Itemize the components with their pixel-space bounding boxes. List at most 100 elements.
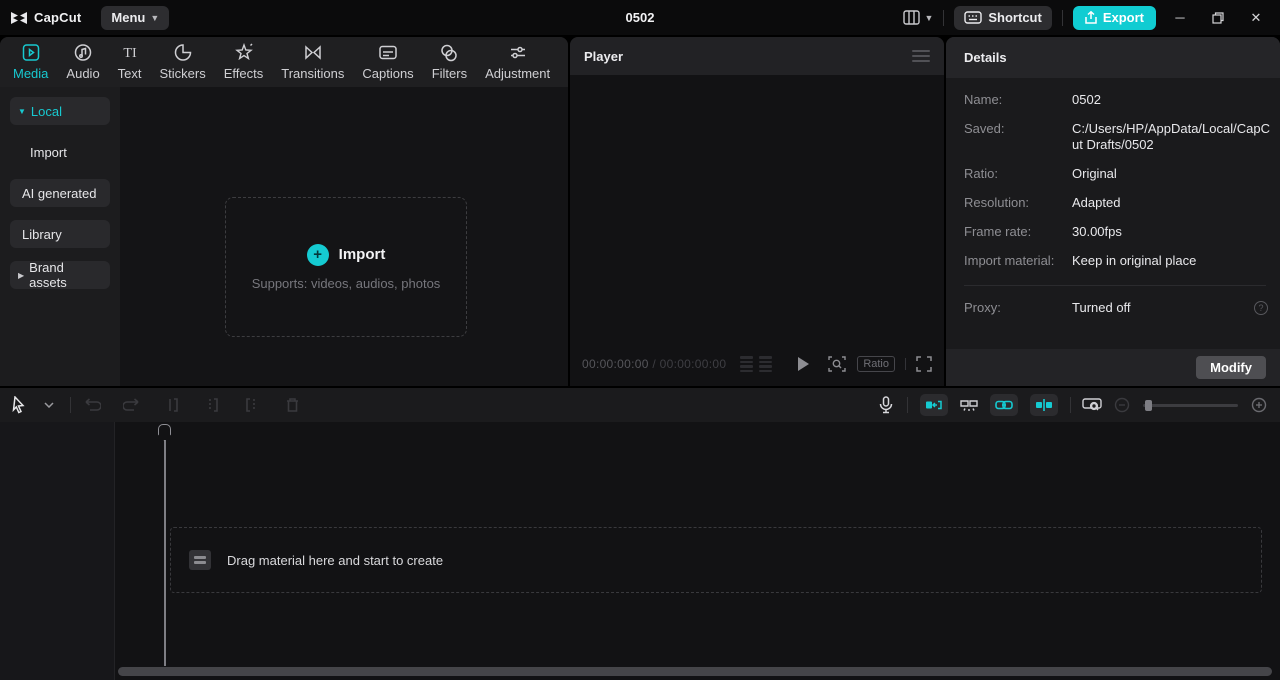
media-icon xyxy=(20,43,42,63)
playhead-handle[interactable] xyxy=(158,424,171,441)
auto-splice-toggle[interactable] xyxy=(954,391,984,419)
select-tool-button[interactable] xyxy=(4,391,34,419)
sidebar-item-local[interactable]: ▼ Local xyxy=(10,97,110,125)
player-title: Player xyxy=(584,49,623,64)
captions-icon xyxy=(377,43,399,63)
export-button[interactable]: Export xyxy=(1073,6,1156,30)
divider xyxy=(907,397,908,413)
horizontal-scrollbar[interactable] xyxy=(118,667,1272,676)
triangle-right-icon: ▶ xyxy=(18,271,24,280)
tab-label: Media xyxy=(13,66,48,81)
divider xyxy=(964,285,1266,286)
record-voiceover-button[interactable] xyxy=(871,391,901,419)
sidebar-item-library[interactable]: Library xyxy=(10,220,110,248)
track-header-column xyxy=(0,422,115,680)
undo-button[interactable] xyxy=(77,391,107,419)
titlebar: CapCut Menu ▼ 0502 ▼ Shortcut xyxy=(0,0,1280,35)
audio-icon xyxy=(72,43,94,63)
details-footer: Modify xyxy=(946,349,1280,386)
tab-media[interactable]: Media xyxy=(4,37,57,87)
tab-adjustment[interactable]: Adjustment xyxy=(476,37,559,87)
microphone-icon xyxy=(879,396,893,414)
detail-label: Name: xyxy=(964,92,1072,108)
player-controls: 00:00:00:00 / 00:00:00:00 Ratio xyxy=(570,350,944,378)
select-tool-dropdown[interactable] xyxy=(34,391,64,419)
preview-quality-icon[interactable] xyxy=(827,355,847,373)
sidebar-item-label: Import xyxy=(30,145,67,160)
timeline-zoom-in-button[interactable] xyxy=(1244,391,1274,419)
detail-value: Turned off xyxy=(1072,300,1266,316)
timeline-zoom-out-button[interactable] xyxy=(1107,391,1137,419)
split-button[interactable] xyxy=(157,391,187,419)
magnetic-snap-toggle[interactable] xyxy=(920,394,948,416)
detail-label: Resolution: xyxy=(964,195,1072,211)
tab-transitions[interactable]: Transitions xyxy=(272,37,353,87)
minimize-button[interactable]: ─ xyxy=(1166,5,1194,31)
detail-row-framerate: Frame rate: 30.00fps xyxy=(964,224,1266,240)
play-button[interactable] xyxy=(798,357,809,371)
divider xyxy=(905,358,906,370)
import-dropzone[interactable]: + Import Supports: videos, audios, photo… xyxy=(225,197,467,337)
link-toggle[interactable] xyxy=(990,394,1018,416)
slider-handle[interactable] xyxy=(1145,400,1152,411)
menu-button[interactable]: Menu ▼ xyxy=(101,6,169,30)
plus-icon: + xyxy=(307,244,329,266)
player-menu-icon[interactable] xyxy=(912,50,930,62)
restore-icon xyxy=(1212,12,1224,24)
link-icon xyxy=(995,400,1013,410)
tab-effects[interactable]: Effects xyxy=(215,37,273,87)
help-icon[interactable]: ? xyxy=(1254,301,1268,315)
timeline[interactable]: Drag material here and start to create xyxy=(0,422,1280,680)
triangle-down-icon: ▼ xyxy=(18,107,26,116)
time-separator: / xyxy=(652,357,656,371)
workspace-layout-button[interactable]: ▼ xyxy=(903,10,933,25)
detail-row-proxy: Proxy: Turned off ? xyxy=(964,300,1266,316)
sidebar-item-brand-assets[interactable]: ▶ Brand assets xyxy=(10,261,110,289)
restore-button[interactable] xyxy=(1204,5,1232,31)
detail-label: Saved: xyxy=(964,121,1072,153)
shortcut-button[interactable]: Shortcut xyxy=(954,6,1051,30)
detail-value: 0502 xyxy=(1072,92,1266,108)
import-button-label: Import xyxy=(339,246,386,263)
auto-splice-icon xyxy=(959,397,979,414)
zoom-fit-icon xyxy=(1082,397,1102,413)
export-icon xyxy=(1085,11,1097,24)
tab-label: Transitions xyxy=(281,66,344,81)
fullscreen-icon[interactable] xyxy=(916,356,932,372)
trim-right-icon xyxy=(244,397,260,413)
preview-axis-toggle[interactable] xyxy=(1030,394,1058,416)
ratio-button[interactable]: Ratio xyxy=(857,356,895,372)
tab-captions[interactable]: Captions xyxy=(353,37,422,87)
close-button[interactable]: ✕ xyxy=(1242,5,1270,31)
tab-text[interactable]: TI Text xyxy=(109,37,151,87)
sidebar-item-label: Brand assets xyxy=(29,260,102,290)
export-label: Export xyxy=(1103,10,1144,25)
app-logo-text: CapCut xyxy=(34,10,81,25)
delete-left-button[interactable] xyxy=(197,391,227,419)
detail-row-ratio: Ratio: Original xyxy=(964,166,1266,182)
timeline-zoom-fit-button[interactable] xyxy=(1077,391,1107,419)
tab-filters[interactable]: Filters xyxy=(423,37,476,87)
quality-list-icon[interactable] xyxy=(740,356,772,372)
delete-button[interactable] xyxy=(277,391,307,419)
playhead-line[interactable] xyxy=(164,440,166,666)
sidebar-item-import[interactable]: Import xyxy=(10,138,110,166)
detail-row-import-material: Import material: Keep in original place xyxy=(964,253,1266,269)
redo-icon xyxy=(123,398,141,412)
asset-tabbar: Media Audio TI Text Stickers xyxy=(0,37,568,87)
timeline-dropzone[interactable]: Drag material here and start to create xyxy=(170,527,1262,593)
modify-button[interactable]: Modify xyxy=(1196,356,1266,379)
tab-stickers[interactable]: Stickers xyxy=(151,37,215,87)
plus-circle-icon xyxy=(1251,397,1267,413)
sidebar-item-ai-generated[interactable]: AI generated xyxy=(10,179,110,207)
detail-value: Adapted xyxy=(1072,195,1266,211)
tab-audio[interactable]: Audio xyxy=(57,37,108,87)
redo-button[interactable] xyxy=(117,391,147,419)
sticker-icon xyxy=(172,43,194,63)
divider xyxy=(70,397,71,413)
delete-right-button[interactable] xyxy=(237,391,267,419)
timeline-zoom-slider[interactable] xyxy=(1143,404,1238,407)
chevron-down-icon xyxy=(44,402,54,408)
split-icon xyxy=(164,397,180,413)
detail-value: 30.00fps xyxy=(1072,224,1266,240)
